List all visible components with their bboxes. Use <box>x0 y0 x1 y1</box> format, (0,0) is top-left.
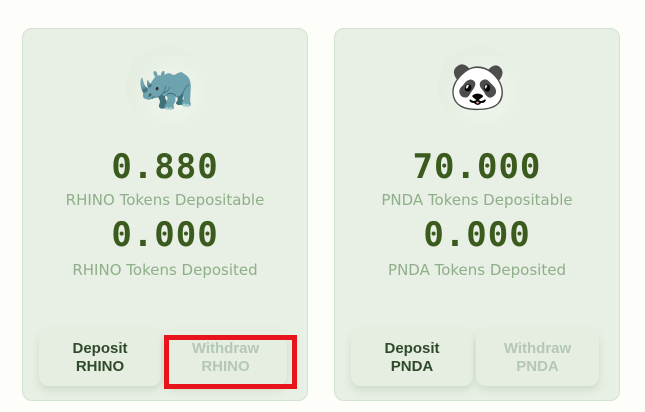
panda-icon: 🐼 <box>438 46 518 126</box>
button-label: RHINO <box>75 358 125 375</box>
rhino-token-card: 🦏 0.880 RHINO Tokens Depositable 0.000 R… <box>22 28 308 401</box>
button-label: Withdraw <box>503 340 572 357</box>
button-label: RHINO <box>201 358 250 375</box>
button-label: Deposit <box>72 340 128 357</box>
button-label: PNDA <box>390 358 434 375</box>
deposit-rhino-button[interactable]: Deposit RHINO <box>39 330 161 386</box>
withdraw-rhino-button[interactable]: Withdraw RHINO <box>164 330 287 386</box>
rhino-deposited-label: RHINO Tokens Deposited <box>72 261 258 279</box>
pnda-deposited-label: PNDA Tokens Deposited <box>388 261 566 279</box>
pnda-deposited-amount: 0.000 <box>423 215 531 255</box>
pnda-depositable-label: PNDA Tokens Depositable <box>381 191 573 209</box>
button-label: Withdraw <box>191 340 260 357</box>
pnda-depositable-amount: 70.000 <box>412 147 542 187</box>
deposit-pnda-button[interactable]: Deposit PNDA <box>351 330 473 386</box>
withdraw-pnda-button[interactable]: Withdraw PNDA <box>476 330 599 386</box>
rhino-depositable-label: RHINO Tokens Depositable <box>65 191 265 209</box>
rhino-depositable-amount: 0.880 <box>111 147 219 187</box>
button-label: Deposit <box>384 340 440 357</box>
rhino-icon: 🦏 <box>126 46 206 126</box>
button-label: PNDA <box>516 358 559 375</box>
rhino-deposited-amount: 0.000 <box>111 215 219 255</box>
pnda-token-card: 🐼 70.000 PNDA Tokens Depositable 0.000 P… <box>334 28 620 401</box>
